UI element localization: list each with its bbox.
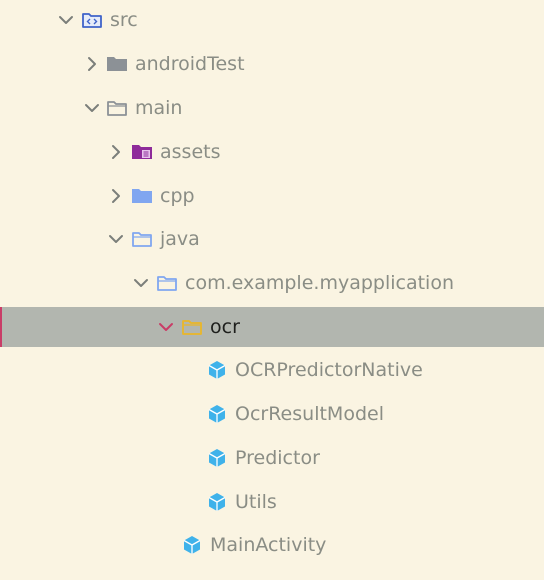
chevron-down-icon[interactable] bbox=[84, 100, 100, 116]
project-tree: src androidTest main assets cpp java com… bbox=[0, 0, 544, 580]
tree-item-label: ocr bbox=[210, 316, 240, 338]
chevron-down-icon[interactable] bbox=[133, 275, 149, 291]
tree-item-label: src bbox=[110, 9, 138, 31]
tree-item-label: Utils bbox=[235, 491, 277, 513]
tree-item-mainactivity[interactable]: MainActivity bbox=[0, 527, 544, 563]
tree-item-label: com.example.myapplication bbox=[185, 272, 454, 294]
tree-item-label: main bbox=[135, 97, 183, 119]
tree-item-label: androidTest bbox=[135, 53, 245, 75]
folder-icon bbox=[131, 186, 153, 206]
tree-item-utils[interactable]: Utils bbox=[0, 484, 544, 520]
folder-outline-icon bbox=[106, 98, 128, 118]
tree-item-label: MainActivity bbox=[210, 534, 327, 556]
folder-outline-icon bbox=[131, 229, 153, 249]
chevron-right-icon[interactable] bbox=[108, 188, 124, 204]
class-icon bbox=[206, 492, 228, 512]
class-icon bbox=[181, 535, 203, 555]
class-icon bbox=[206, 448, 228, 468]
tree-item-com-example-myapplication[interactable]: com.example.myapplication bbox=[0, 265, 544, 301]
class-icon bbox=[206, 404, 228, 424]
tree-item-label: assets bbox=[160, 141, 221, 163]
chevron-down-icon[interactable] bbox=[158, 319, 174, 335]
chevron-right-icon[interactable] bbox=[108, 144, 124, 160]
tree-item-label: OcrResultModel bbox=[235, 403, 384, 425]
tree-item-ocrpredictornative[interactable]: OCRPredictorNative bbox=[0, 352, 544, 388]
tree-item-assets[interactable]: assets bbox=[0, 134, 544, 170]
tree-item-cpp[interactable]: cpp bbox=[0, 178, 544, 214]
tree-item-predictor[interactable]: Predictor bbox=[0, 440, 544, 476]
tree-item-label: OCRPredictorNative bbox=[235, 359, 423, 381]
class-icon bbox=[206, 360, 228, 380]
tree-item-label: cpp bbox=[160, 185, 195, 207]
package-icon bbox=[156, 273, 178, 293]
tree-item-ocr[interactable]: ocr bbox=[0, 307, 544, 347]
tree-item-src[interactable]: src bbox=[0, 2, 544, 38]
folder-resources-icon bbox=[131, 142, 153, 162]
folder-icon bbox=[106, 54, 128, 74]
tree-item-java[interactable]: java bbox=[0, 221, 544, 257]
tree-item-androidtest[interactable]: androidTest bbox=[0, 46, 544, 82]
chevron-right-icon[interactable] bbox=[84, 56, 100, 72]
package-icon bbox=[181, 317, 203, 337]
folder-source-root-icon bbox=[81, 10, 103, 30]
tree-item-main[interactable]: main bbox=[0, 90, 544, 126]
chevron-down-icon[interactable] bbox=[108, 231, 124, 247]
chevron-down-icon[interactable] bbox=[58, 12, 74, 28]
tree-item-label: Predictor bbox=[235, 447, 320, 469]
tree-item-label: java bbox=[160, 228, 200, 250]
tree-item-ocrresultmodel[interactable]: OcrResultModel bbox=[0, 396, 544, 432]
